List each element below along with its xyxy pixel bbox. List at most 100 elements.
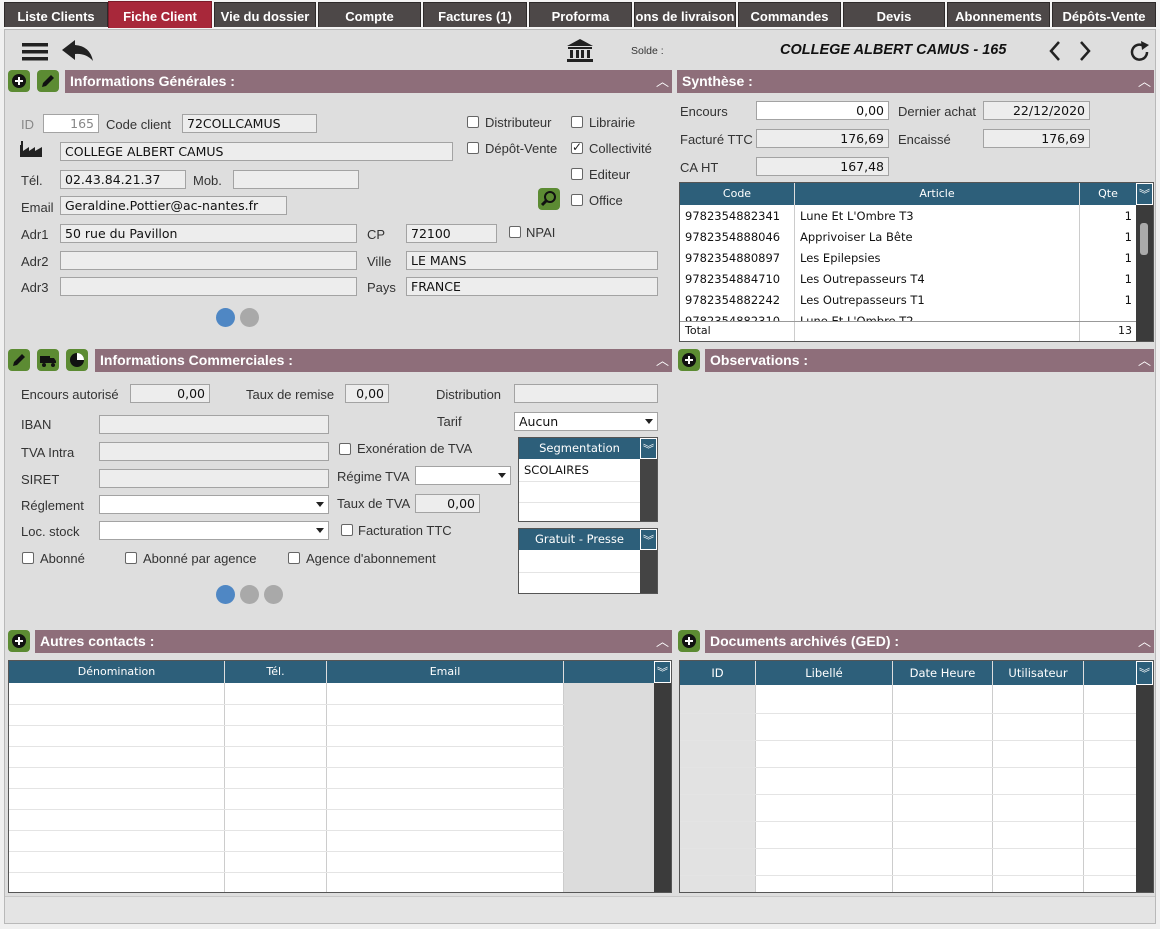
ville-field[interactable]: LE MANS: [406, 251, 658, 270]
search-button[interactable]: [538, 188, 560, 210]
table-cell[interactable]: Les Outrepasseurs T1: [795, 290, 930, 311]
scrollbar[interactable]: [1136, 205, 1153, 341]
col-denomination[interactable]: Dénomination: [9, 661, 225, 683]
col-article[interactable]: Article: [795, 183, 1080, 205]
col-utilisateur[interactable]: Utilisateur: [993, 661, 1084, 685]
depot-vente-checkbox[interactable]: [467, 142, 479, 154]
table-cell[interactable]: Lune Et L'Ombre T3: [795, 206, 919, 227]
table-cell[interactable]: 9782354880897: [680, 248, 785, 269]
table-cell[interactable]: 1: [1080, 290, 1137, 311]
pays-field[interactable]: FRANCE: [406, 277, 658, 296]
col-code[interactable]: Code: [680, 183, 795, 205]
collapse-icon[interactable]: ︿: [1138, 70, 1151, 93]
agence-abonnement-checkbox[interactable]: [288, 552, 300, 564]
table-cell[interactable]: 1: [1080, 206, 1137, 227]
col-tel[interactable]: Tél.: [225, 661, 327, 683]
siret-field[interactable]: [99, 469, 329, 488]
page-dot-2[interactable]: [240, 585, 259, 604]
cp-field[interactable]: 72100: [406, 224, 497, 243]
tab-devis[interactable]: Devis: [843, 2, 945, 27]
edit-button[interactable]: [8, 349, 30, 371]
abonne-checkbox[interactable]: [22, 552, 34, 564]
table-cell[interactable]: Lune Et L'Ombre T2: [795, 311, 919, 321]
column-chooser-icon[interactable]: ︾: [640, 438, 657, 459]
synthese-header[interactable]: Synthèse : ︿: [677, 70, 1154, 93]
page-dot-1[interactable]: [216, 308, 235, 327]
tab-vie-du-dossier[interactable]: Vie du dossier: [214, 2, 316, 27]
gratuit-presse-header[interactable]: Gratuit - Presse: [519, 529, 641, 550]
page-dot-2[interactable]: [240, 308, 259, 327]
tarif-select[interactable]: Aucun: [514, 412, 658, 431]
tab-fiche-client[interactable]: Fiche Client: [108, 1, 212, 28]
regime-tva-select[interactable]: [415, 466, 511, 485]
table-cell[interactable]: 9782354888046: [680, 227, 785, 248]
tab-proforma[interactable]: Proforma: [529, 2, 632, 27]
col-id[interactable]: ID: [680, 661, 756, 685]
email-field[interactable]: Geraldine.Pottier@ac-nantes.fr: [60, 196, 287, 215]
stats-button[interactable]: [66, 349, 88, 371]
table-cell[interactable]: 1: [1080, 248, 1137, 269]
documents-header[interactable]: Documents archivés (GED) : ︿: [705, 630, 1154, 653]
librairie-checkbox[interactable]: [571, 116, 583, 128]
page-dot-1[interactable]: [216, 585, 235, 604]
tva-intra-field[interactable]: [99, 442, 329, 461]
scrollbar[interactable]: [640, 550, 657, 593]
col-qte[interactable]: Qte: [1080, 183, 1137, 205]
segmentation-header[interactable]: Segmentation: [519, 438, 641, 459]
refresh-icon[interactable]: [1129, 41, 1151, 63]
office-checkbox[interactable]: [571, 194, 583, 206]
adr3-field[interactable]: [60, 277, 357, 296]
tab-compte[interactable]: Compte: [318, 2, 421, 27]
scrollbar[interactable]: [654, 683, 671, 892]
add-button[interactable]: [8, 70, 30, 92]
table-cell[interactable]: 9782354882310: [680, 311, 785, 321]
back-arrow-icon[interactable]: [62, 40, 94, 62]
scrollbar[interactable]: [1136, 685, 1153, 892]
iban-field[interactable]: [99, 415, 329, 434]
contacts-header[interactable]: Autres contacts : ︿: [35, 630, 672, 653]
add-button[interactable]: [8, 630, 30, 652]
loc-stock-select[interactable]: [99, 521, 329, 540]
general-info-header[interactable]: Informations Générales : ︿: [65, 70, 672, 93]
observations-header[interactable]: Observations : ︿: [705, 349, 1154, 372]
table-cell[interactable]: Les Outrepasseurs T4: [795, 269, 930, 290]
tab-abonnements[interactable]: Abonnements: [947, 2, 1050, 27]
table-cell[interactable]: 9782354882341: [680, 206, 785, 227]
code-client-field[interactable]: 72COLLCAMUS: [182, 114, 317, 133]
distributeur-checkbox[interactable]: [467, 116, 479, 128]
col-email[interactable]: Email: [327, 661, 564, 683]
tab-liste-clients[interactable]: Liste Clients: [4, 2, 108, 27]
reglement-select[interactable]: [99, 495, 329, 514]
column-chooser-icon[interactable]: ︾: [640, 529, 657, 550]
table-cell[interactable]: 9782354882242: [680, 290, 785, 311]
page-dot-3[interactable]: [264, 585, 283, 604]
menu-icon[interactable]: [22, 42, 48, 62]
facturation-ttc-checkbox[interactable]: [341, 524, 353, 536]
collapse-icon[interactable]: ︿: [656, 349, 669, 372]
bank-icon[interactable]: [567, 39, 593, 63]
column-chooser-icon[interactable]: ︾: [1136, 183, 1153, 205]
tab-bons-de-livraison[interactable]: ons de livraison: [634, 2, 736, 27]
table-cell[interactable]: 9782354884710: [680, 269, 785, 290]
adr1-field[interactable]: 50 rue du Pavillon: [60, 224, 357, 243]
table-cell[interactable]: Les Epilepsies: [795, 248, 886, 269]
adr2-field[interactable]: [60, 251, 357, 270]
taux-tva-field[interactable]: 0,00: [415, 494, 480, 513]
col-date-heure[interactable]: Date Heure: [893, 661, 993, 685]
next-record-icon[interactable]: [1079, 41, 1091, 61]
prev-record-icon[interactable]: [1049, 41, 1061, 61]
encours-autorise-field[interactable]: 0,00: [130, 384, 210, 403]
tab-commandes[interactable]: Commandes: [738, 2, 841, 27]
collapse-icon[interactable]: ︿: [1138, 630, 1151, 653]
delivery-truck-button[interactable]: [37, 349, 59, 371]
edit-button[interactable]: [37, 70, 59, 92]
editeur-checkbox[interactable]: [571, 168, 583, 180]
commercial-info-header[interactable]: Informations Commerciales : ︿: [95, 349, 672, 372]
col-libelle[interactable]: Libellé: [756, 661, 893, 685]
mob-field[interactable]: [233, 170, 359, 189]
tab-depots-vente[interactable]: Dépôts-Vente: [1052, 2, 1156, 27]
table-cell[interactable]: Apprivoiser La Bête: [795, 227, 918, 248]
tab-factures[interactable]: Factures (1): [423, 2, 527, 27]
add-button[interactable]: [678, 349, 700, 371]
column-chooser-icon[interactable]: ︾: [1136, 661, 1153, 685]
